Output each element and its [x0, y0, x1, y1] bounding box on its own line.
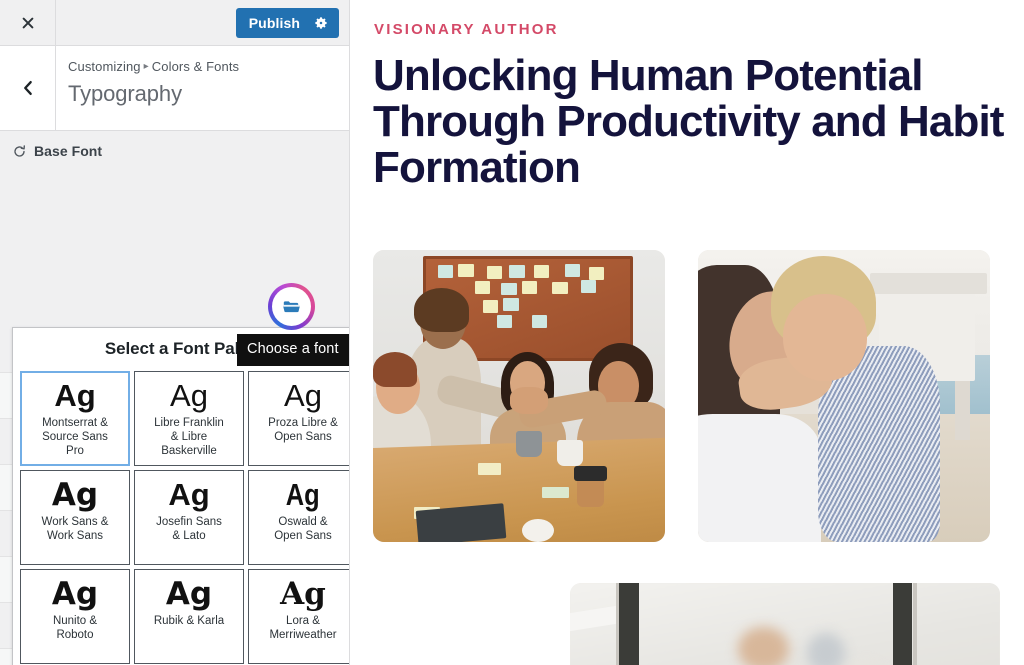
close-x-icon[interactable]: [0, 0, 56, 45]
office-photo-art: [570, 583, 1000, 665]
cup-bottom: [521, 518, 555, 542]
customizer-panel: Publish Customizing ▸ Colors & Fonts Typ…: [0, 0, 350, 665]
office-mullion: [892, 583, 912, 665]
meeting-photo-art: [373, 250, 665, 542]
font-palette-card[interactable]: Ag Libre Franklin & Libre Baskerville: [134, 371, 244, 466]
font-sample-glyph: Ag: [286, 477, 320, 512]
font-palette-card-label: Lora & Merriweather: [269, 615, 337, 641]
reset-icon[interactable]: [12, 144, 27, 159]
font-palette-card[interactable]: Ag Rubik & Karla: [134, 569, 244, 664]
font-palette-card-label: Montserrat & Source Sans Pro: [42, 417, 108, 457]
close-x-glyph: [22, 17, 33, 28]
preview-image-mother-child[interactable]: [698, 250, 990, 542]
choose-font-button[interactable]: [268, 283, 315, 330]
font-palette-card-label: Proza Libre & Open Sans: [268, 417, 338, 443]
coffee-lid: [574, 466, 607, 481]
customizer-controls: Base Font Select a Font Palette Ag Montse…: [0, 131, 349, 665]
screen-root: Publish Customizing ▸ Colors & Fonts Typ…: [0, 0, 1024, 665]
choose-font-tooltip: Choose a font: [237, 334, 349, 366]
child-face: [782, 293, 868, 382]
person-left-hair: [373, 352, 417, 388]
choose-font-button-inner: [272, 287, 311, 326]
preview-headline: Unlocking Human Potential Through Produc…: [373, 51, 1004, 192]
customizer-topbar: Publish: [0, 0, 349, 46]
control-base-font: Base Font: [0, 131, 349, 169]
publish-button-label: Publish: [248, 14, 300, 31]
mug-white: [556, 439, 584, 467]
gear-glyph: [315, 16, 327, 29]
font-palette-card-label: Work Sans & Work Sans: [41, 516, 109, 542]
customizer-titles: Customizing ▸ Colors & Fonts Typography: [56, 46, 239, 130]
font-palette-card-label: Oswald & Open Sans: [274, 516, 332, 542]
font-palette-card[interactable]: Ag Work Sans & Work Sans: [20, 470, 130, 565]
handshake: [510, 387, 549, 414]
lifeguard-tower-leg: [954, 381, 970, 440]
font-palette-card-label: Josefin Sans & Lato: [156, 516, 222, 542]
font-palette-card[interactable]: Ag Nunito & Roboto: [20, 569, 130, 664]
mug-grey: [516, 431, 543, 458]
font-palette-card[interactable]: Ag Oswald & Open Sans: [248, 470, 349, 565]
table-note: [542, 486, 569, 499]
lifeguard-tower-roof: [870, 273, 988, 294]
font-sample-glyph: Ag: [165, 576, 213, 612]
customizer-section-header: Customizing ▸ Colors & Fonts Typography: [0, 46, 349, 131]
preview-image-office-window[interactable]: [570, 583, 1000, 665]
font-palette-grid: Ag Montserrat & Source Sans Pro Ag Libre Fr…: [13, 371, 349, 665]
chevron-left-glyph: [24, 80, 32, 96]
font-sample-glyph: Ag: [284, 378, 322, 413]
laptop: [415, 503, 506, 542]
breadcrumb-separator-icon: ▸: [143, 61, 149, 72]
control-label-base-font: Base Font: [34, 143, 103, 159]
publish-button[interactable]: Publish: [235, 7, 339, 38]
font-palette-card[interactable]: Ag Proza Libre & Open Sans: [248, 371, 349, 466]
breadcrumb-root[interactable]: Customizing: [68, 59, 141, 74]
preview-eyebrow: VISIONARY AUTHOR: [374, 21, 559, 38]
breadcrumb: Customizing ▸ Colors & Fonts: [68, 58, 239, 76]
breadcrumb-section[interactable]: Colors & Fonts: [152, 59, 239, 74]
preview-image-meeting[interactable]: [373, 250, 665, 542]
chevron-left-icon[interactable]: [0, 46, 56, 130]
office-bokeh: [806, 633, 846, 665]
font-palette-card-label: Nunito & Roboto: [52, 615, 98, 641]
font-palette-card-label: Rubik & Karla: [153, 615, 225, 627]
font-sample-glyph: Ag: [168, 477, 210, 512]
person-standing-hair: [413, 287, 470, 332]
font-sample-glyph: Ag: [51, 576, 99, 612]
beach-photo-art: [698, 250, 990, 542]
office-mullion-edge: [913, 583, 917, 665]
font-palette-card[interactable]: Ag Lora & Merriweather: [248, 569, 349, 664]
gear-icon[interactable]: [314, 16, 328, 30]
font-palette-card[interactable]: Ag Josefin Sans & Lato: [134, 470, 244, 565]
font-sample-glyph: Ag: [280, 576, 326, 612]
font-palette-popup: Select a Font Palette Ag Montserrat & Sou…: [12, 327, 349, 665]
office-bokeh: [737, 627, 790, 665]
page-title: Typography: [68, 81, 182, 106]
office-mullion: [619, 583, 639, 665]
table-note: [478, 463, 502, 475]
font-palette-card-label: Libre Franklin & Libre Baskerville: [154, 417, 224, 457]
font-sample-glyph: Ag: [51, 477, 99, 513]
mother-shirt: [698, 413, 821, 542]
folder-icon: [283, 301, 300, 313]
font-palette-card[interactable]: Ag Montserrat & Source Sans Pro: [20, 371, 130, 466]
font-sample-glyph: Ag: [54, 378, 96, 413]
site-preview[interactable]: VISIONARY AUTHOR Unlocking Human Potenti…: [351, 0, 1024, 665]
font-sample-glyph: Ag: [170, 378, 208, 413]
